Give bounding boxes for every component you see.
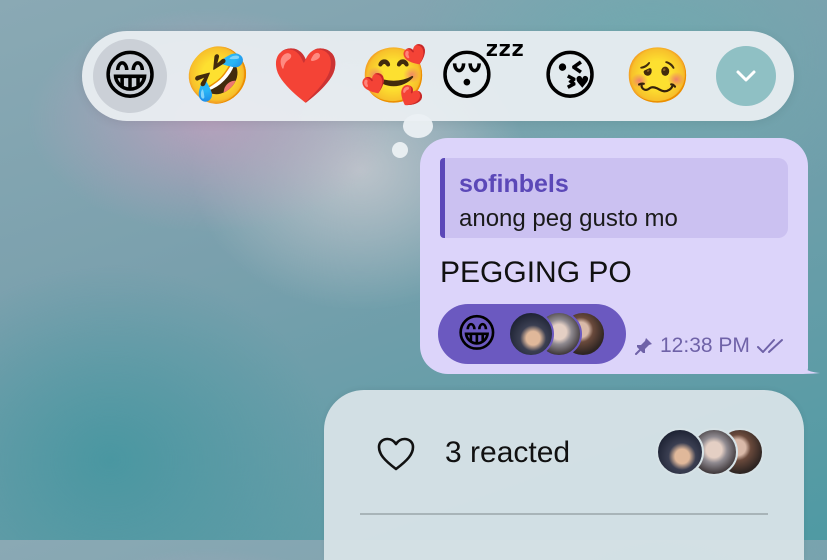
reaction-option-sleeping[interactable]: 😴 bbox=[439, 39, 526, 113]
sleeping-face-emoji: 😴 bbox=[438, 46, 526, 106]
chevron-down-icon bbox=[736, 70, 756, 82]
reply-sender: sofinbels bbox=[459, 170, 569, 198]
reaction-option-woozy[interactable]: 🥴 bbox=[621, 39, 695, 113]
panel-avatar-1 bbox=[656, 428, 704, 476]
double-check-icon bbox=[756, 339, 783, 353]
reaction-option-rofl[interactable]: 🤣 bbox=[181, 39, 255, 113]
reply-text: anong peg gusto mo bbox=[459, 205, 678, 232]
heart-outline-icon[interactable] bbox=[376, 436, 416, 472]
kiss-face-emoji: 😘 bbox=[541, 46, 599, 106]
bubble-tail bbox=[796, 356, 820, 374]
woozy-face-emoji: 🥴 bbox=[624, 46, 692, 106]
reply-quote[interactable]: sofinbels anong peg gusto mo bbox=[440, 158, 788, 238]
reactions-panel: 3 reacted bbox=[324, 390, 804, 560]
expand-reactions-button[interactable] bbox=[716, 46, 776, 106]
picker-tail-bubble bbox=[403, 114, 433, 138]
picker-tail-dot bbox=[392, 142, 408, 158]
message-text: PEGGING PO bbox=[440, 256, 632, 289]
reaction-chip[interactable]: 😁 bbox=[438, 304, 626, 364]
reaction-option-grinning[interactable]: 😁 bbox=[93, 39, 167, 113]
reaction-option-heart[interactable]: ❤️ bbox=[269, 39, 343, 113]
reactor-avatar-1 bbox=[508, 311, 554, 357]
reaction-picker: 😁 🤣 ❤️ 🥰 😴 😘 🥴 bbox=[82, 31, 794, 121]
reaction-option-kiss[interactable]: 😘 bbox=[533, 39, 607, 113]
rofl-emoji: 🤣 bbox=[184, 46, 252, 106]
message-time: 12:38 PM bbox=[660, 334, 750, 357]
message-meta: 12:38 PM bbox=[634, 334, 786, 358]
grinning-face-emoji: 😁 bbox=[101, 46, 159, 106]
message-bubble[interactable]: sofinbels anong peg gusto mo PEGGING PO … bbox=[420, 138, 808, 374]
reaction-chip-emoji: 😁 bbox=[456, 312, 498, 356]
reacted-count[interactable]: 3 reacted bbox=[445, 436, 570, 470]
smiling-hearts-emoji: 🥰 bbox=[360, 46, 428, 106]
reaction-option-hearts-face[interactable]: 🥰 bbox=[357, 39, 431, 113]
panel-divider bbox=[360, 513, 768, 515]
pin-icon bbox=[635, 338, 652, 355]
red-heart-emoji: ❤️ bbox=[272, 46, 340, 106]
